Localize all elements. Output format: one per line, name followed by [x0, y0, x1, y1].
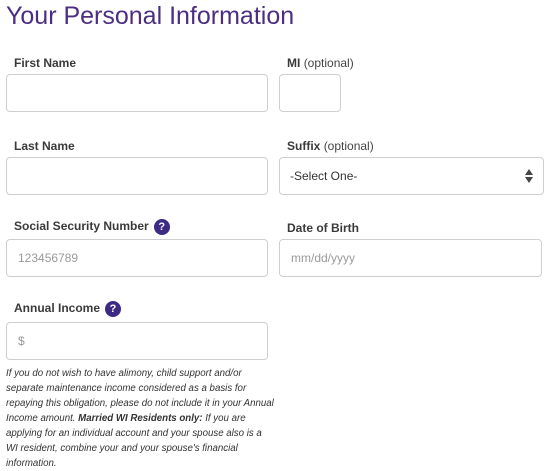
ssn-help-icon[interactable]: ? — [153, 219, 170, 235]
income-help-icon[interactable]: ? — [105, 301, 122, 317]
mi-label-text: MI — [287, 56, 301, 70]
last-name-label: Last Name — [14, 139, 75, 154]
income-label: Annual Income? — [14, 301, 122, 317]
ssn-input[interactable] — [6, 239, 268, 277]
income-note: If you do not wish to have alimony, chil… — [6, 366, 274, 471]
suffix-selected-value: -Select One- — [290, 169, 358, 183]
annual-income-input[interactable] — [6, 322, 268, 360]
ssn-label-text: Social Security Number — [14, 219, 149, 234]
select-arrows-icon — [525, 169, 533, 183]
last-name-input[interactable] — [6, 157, 268, 195]
ssn-label: Social Security Number? — [14, 219, 170, 235]
page-title: Your Personal Information — [6, 2, 295, 30]
last-name-label-text: Last Name — [14, 139, 75, 153]
first-name-input[interactable] — [6, 74, 268, 112]
suffix-select[interactable]: -Select One- — [279, 157, 544, 195]
mi-optional-text: (optional) — [303, 56, 354, 70]
income-note-bold: Married WI Residents only: — [78, 413, 203, 424]
mi-label: MI (optional) — [287, 56, 354, 71]
dob-label: Date of Birth — [287, 221, 359, 236]
suffix-label: Suffix (optional) — [287, 139, 374, 154]
first-name-label-text: First Name — [14, 56, 77, 70]
dob-input[interactable] — [279, 239, 542, 277]
dob-label-text: Date of Birth — [287, 221, 359, 235]
income-label-text: Annual Income — [14, 301, 101, 316]
mi-input[interactable] — [279, 74, 341, 112]
suffix-optional-text: (optional) — [323, 139, 374, 153]
first-name-label: First Name — [14, 56, 76, 71]
suffix-label-text: Suffix — [287, 139, 321, 153]
